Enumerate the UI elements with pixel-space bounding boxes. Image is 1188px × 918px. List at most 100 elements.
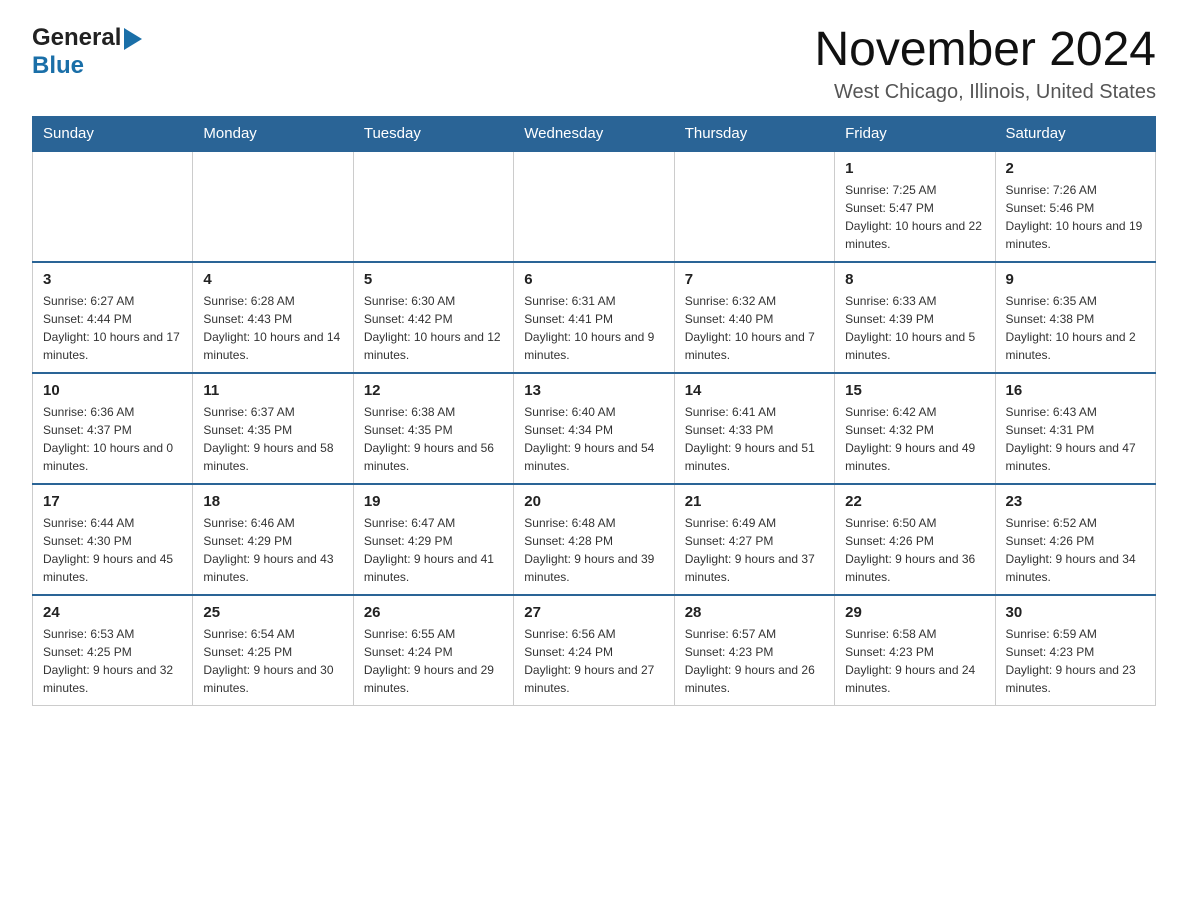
calendar-cell [514,151,674,262]
day-number: 1 [845,160,984,177]
day-info: Sunrise: 6:44 AMSunset: 4:30 PMDaylight:… [43,514,182,586]
day-number: 23 [1006,493,1145,510]
header-sunday: Sunday [33,116,193,151]
calendar-cell: 18 Sunrise: 6:46 AMSunset: 4:29 PMDayligh… [193,484,353,595]
week-row-5: 24 Sunrise: 6:53 AMSunset: 4:25 PMDayligh… [33,595,1156,706]
day-info: Sunrise: 6:38 AMSunset: 4:35 PMDaylight:… [364,403,503,475]
day-number: 3 [43,271,182,288]
calendar-cell: 5Sunrise: 6:30 AMSunset: 4:42 PMDaylight… [353,262,513,373]
calendar-cell: 8 Sunrise: 6:33 AMSunset: 4:39 PMDaylight… [835,262,995,373]
day-number: 11 [203,382,342,399]
day-number: 24 [43,604,182,621]
week-row-2: 3 Sunrise: 6:27 AMSunset: 4:44 PMDaylight… [33,262,1156,373]
calendar-cell: 16 Sunrise: 6:43 AMSunset: 4:31 PMDayligh… [995,373,1155,484]
calendar-cell: 10 Sunrise: 6:36 AMSunset: 4:37 PMDayligh… [33,373,193,484]
calendar-cell: 17 Sunrise: 6:44 AMSunset: 4:30 PMDayligh… [33,484,193,595]
day-number: 17 [43,493,182,510]
calendar-cell: 2 Sunrise: 7:26 AMSunset: 5:46 PMDaylight… [995,151,1155,262]
logo-blue-text: Blue [32,52,84,79]
day-number: 10 [43,382,182,399]
week-row-3: 10 Sunrise: 6:36 AMSunset: 4:37 PMDayligh… [33,373,1156,484]
day-info: Sunrise: 6:33 AMSunset: 4:39 PMDaylight:… [845,292,984,364]
day-info: Sunrise: 6:48 AMSunset: 4:28 PMDaylight:… [524,514,663,586]
day-info: Sunrise: 6:37 AMSunset: 4:35 PMDaylight:… [203,403,342,475]
day-number: 5 [364,271,503,288]
calendar-cell [353,151,513,262]
day-info: Sunrise: 6:47 AMSunset: 4:29 PMDaylight:… [364,514,503,586]
day-info: Sunrise: 7:26 AMSunset: 5:46 PMDaylight:… [1006,181,1145,253]
header-friday: Friday [835,116,995,151]
day-number: 12 [364,382,503,399]
day-info: Sunrise: 6:43 AMSunset: 4:31 PMDaylight:… [1006,403,1145,475]
calendar-cell: 13Sunrise: 6:40 AMSunset: 4:34 PMDayligh… [514,373,674,484]
calendar-table: SundayMondayTuesdayWednesdayThursdayFrid… [32,116,1156,706]
calendar-cell [193,151,353,262]
day-number: 14 [685,382,824,399]
calendar-cell: 12 Sunrise: 6:38 AMSunset: 4:35 PMDayligh… [353,373,513,484]
header-wednesday: Wednesday [514,116,674,151]
day-number: 30 [1006,604,1145,621]
page-header: General Blue November 2024 West Chicago,… [32,24,1156,104]
day-info: Sunrise: 6:56 AMSunset: 4:24 PMDaylight:… [524,625,663,697]
calendar-cell: 9 Sunrise: 6:35 AMSunset: 4:38 PMDaylight… [995,262,1155,373]
calendar-cell: 4 Sunrise: 6:28 AMSunset: 4:43 PMDaylight… [193,262,353,373]
header-row: SundayMondayTuesdayWednesdayThursdayFrid… [33,116,1156,151]
day-info: Sunrise: 6:28 AMSunset: 4:43 PMDaylight:… [203,292,342,364]
day-info: Sunrise: 6:41 AMSunset: 4:33 PMDaylight:… [685,403,824,475]
day-number: 28 [685,604,824,621]
day-number: 15 [845,382,984,399]
day-number: 27 [524,604,663,621]
logo-general-text: General [32,24,121,52]
calendar-cell [33,151,193,262]
day-number: 2 [1006,160,1145,177]
day-number: 4 [203,271,342,288]
day-info: Sunrise: 6:46 AMSunset: 4:29 PMDaylight:… [203,514,342,586]
logo-arrow-icon [124,28,142,50]
calendar-cell: 14 Sunrise: 6:41 AMSunset: 4:33 PMDayligh… [674,373,834,484]
calendar-title: November 2024 [814,24,1156,77]
day-info: Sunrise: 6:54 AMSunset: 4:25 PMDaylight:… [203,625,342,697]
day-number: 21 [685,493,824,510]
day-number: 20 [524,493,663,510]
day-info: Sunrise: 6:59 AMSunset: 4:23 PMDaylight:… [1006,625,1145,697]
day-info: Sunrise: 6:53 AMSunset: 4:25 PMDaylight:… [43,625,182,697]
day-info: Sunrise: 6:31 AMSunset: 4:41 PMDaylight:… [524,292,663,364]
day-number: 29 [845,604,984,621]
day-info: Sunrise: 6:32 AMSunset: 4:40 PMDaylight:… [685,292,824,364]
day-info: Sunrise: 7:25 AMSunset: 5:47 PMDaylight:… [845,181,984,253]
day-info: Sunrise: 6:49 AMSunset: 4:27 PMDaylight:… [685,514,824,586]
calendar-cell: 25Sunrise: 6:54 AMSunset: 4:25 PMDayligh… [193,595,353,706]
day-number: 22 [845,493,984,510]
day-info: Sunrise: 6:58 AMSunset: 4:23 PMDaylight:… [845,625,984,697]
day-number: 26 [364,604,503,621]
calendar-cell: 30 Sunrise: 6:59 AMSunset: 4:23 PMDayligh… [995,595,1155,706]
day-info: Sunrise: 6:42 AMSunset: 4:32 PMDaylight:… [845,403,984,475]
day-info: Sunrise: 6:36 AMSunset: 4:37 PMDaylight:… [43,403,182,475]
day-number: 19 [364,493,503,510]
day-number: 8 [845,271,984,288]
calendar-cell: 11 Sunrise: 6:37 AMSunset: 4:35 PMDayligh… [193,373,353,484]
calendar-cell: 26Sunrise: 6:55 AMSunset: 4:24 PMDayligh… [353,595,513,706]
day-number: 13 [524,382,663,399]
calendar-cell: 27 Sunrise: 6:56 AMSunset: 4:24 PMDayligh… [514,595,674,706]
header-thursday: Thursday [674,116,834,151]
calendar-subtitle: West Chicago, Illinois, United States [814,81,1156,104]
day-number: 9 [1006,271,1145,288]
calendar-cell: 22 Sunrise: 6:50 AMSunset: 4:26 PMDayligh… [835,484,995,595]
day-info: Sunrise: 6:57 AMSunset: 4:23 PMDaylight:… [685,625,824,697]
header-monday: Monday [193,116,353,151]
day-number: 18 [203,493,342,510]
calendar-cell: 23 Sunrise: 6:52 AMSunset: 4:26 PMDayligh… [995,484,1155,595]
calendar-cell: 6 Sunrise: 6:31 AMSunset: 4:41 PMDaylight… [514,262,674,373]
logo: General Blue [32,24,142,80]
day-number: 16 [1006,382,1145,399]
week-row-4: 17 Sunrise: 6:44 AMSunset: 4:30 PMDayligh… [33,484,1156,595]
day-info: Sunrise: 6:50 AMSunset: 4:26 PMDaylight:… [845,514,984,586]
day-number: 6 [524,271,663,288]
day-info: Sunrise: 6:35 AMSunset: 4:38 PMDaylight:… [1006,292,1145,364]
day-info: Sunrise: 6:52 AMSunset: 4:26 PMDaylight:… [1006,514,1145,586]
day-info: Sunrise: 6:27 AMSunset: 4:44 PMDaylight:… [43,292,182,364]
calendar-cell: 24 Sunrise: 6:53 AMSunset: 4:25 PMDayligh… [33,595,193,706]
calendar-cell: 28 Sunrise: 6:57 AMSunset: 4:23 PMDayligh… [674,595,834,706]
calendar-cell [674,151,834,262]
